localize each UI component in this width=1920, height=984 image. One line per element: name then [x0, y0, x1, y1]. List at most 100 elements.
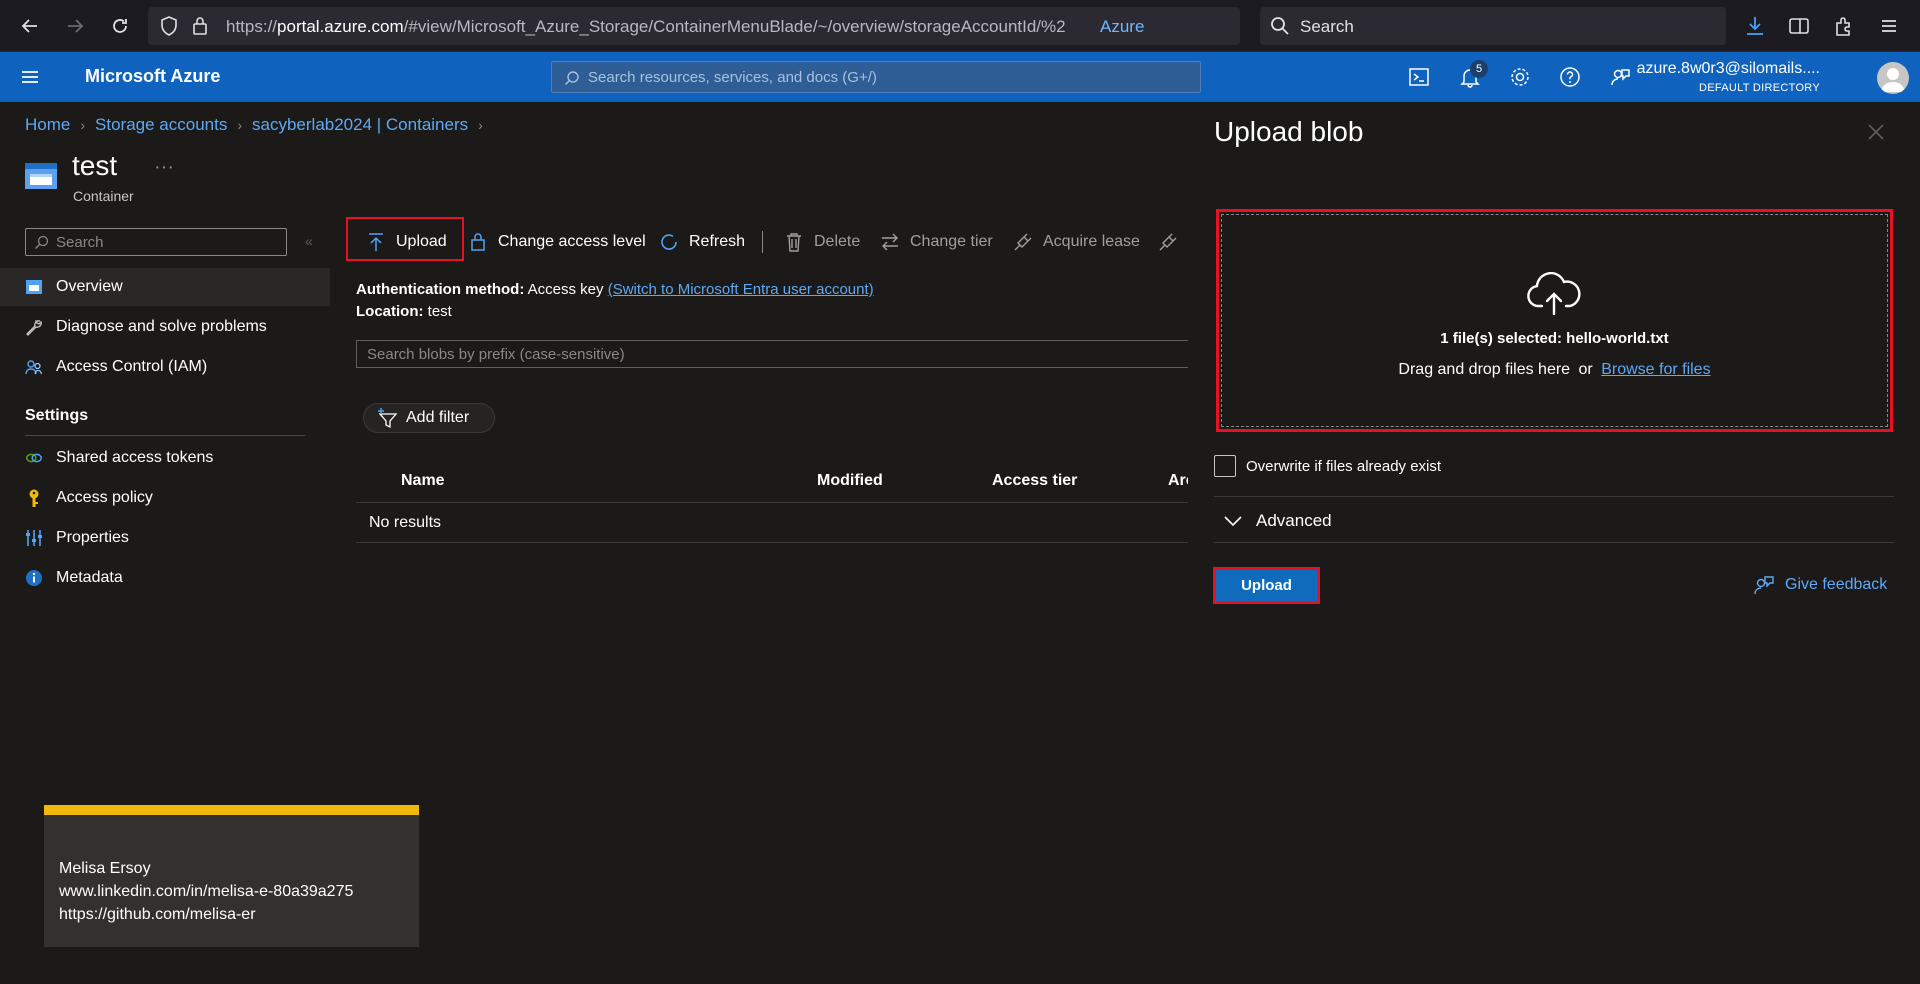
browser-search-placeholder: Search: [1300, 17, 1354, 36]
trash-icon: [784, 232, 804, 252]
account-directory[interactable]: DEFAULT DIRECTORY: [1699, 82, 1820, 94]
sidebar-item-properties[interactable]: Properties: [0, 519, 330, 557]
help-icon[interactable]: [1558, 65, 1582, 89]
panel-divider: [1214, 496, 1894, 497]
address-bar[interactable]: https://portal.azure.com/#view/Microsoft…: [148, 7, 1382, 45]
shield-icon[interactable]: [160, 16, 178, 36]
sidebar-item-label: Properties: [56, 529, 129, 546]
sidebar-item-iam[interactable]: Access Control (IAM): [0, 348, 330, 386]
refresh-button[interactable]: Refresh: [659, 228, 745, 256]
sidebar-item-label: Shared access tokens: [56, 449, 214, 466]
link-icon: [25, 449, 43, 467]
drag-drop-line: Drag and drop files here or Browse for f…: [1216, 361, 1893, 379]
refresh-icon: [659, 232, 679, 252]
advanced-label: Advanced: [1256, 511, 1332, 530]
upload-submit-button[interactable]: Upload: [1216, 570, 1317, 601]
lock-icon[interactable]: [192, 16, 208, 36]
give-feedback-label: Give feedback: [1785, 576, 1888, 593]
menu-icon[interactable]: [1877, 14, 1901, 38]
upload-toolbar-button[interactable]: Upload: [366, 228, 447, 256]
column-header-access-tier[interactable]: Access tier: [992, 472, 1077, 490]
blob-prefix-search-input[interactable]: Search blobs by prefix (case-sensitive): [356, 340, 1188, 368]
cloud-shell-icon[interactable]: [1407, 65, 1431, 89]
upload-panel-title: Upload blob: [1214, 116, 1364, 147]
add-filter-button[interactable]: Add filter: [363, 403, 495, 433]
acquire-lease-button[interactable]: Acquire lease: [1013, 228, 1140, 256]
breadcrumb-storage-accounts[interactable]: Storage accounts: [95, 115, 227, 135]
settings-gear-icon[interactable]: [1508, 65, 1532, 89]
properties-icon: [25, 529, 43, 547]
sidebar-item-diagnose[interactable]: Diagnose and solve problems: [0, 308, 330, 346]
azure-top-bar: Microsoft Azure Search resources, servic…: [0, 52, 1920, 102]
add-filter-label: Add filter: [406, 409, 470, 426]
location-label: Location:: [356, 303, 424, 320]
hamburger-menu-icon[interactable]: [18, 65, 42, 89]
back-icon[interactable]: [18, 14, 42, 38]
overwrite-checkbox-label[interactable]: Overwrite if files already exist: [1246, 458, 1441, 475]
container-label[interactable]: Azure: [1100, 17, 1144, 37]
panel-divider: [1214, 542, 1894, 543]
toolbar-divider: [762, 231, 763, 253]
switch-auth-link[interactable]: (Switch to Microsoft Entra user account): [608, 281, 874, 298]
delete-button[interactable]: Delete: [784, 228, 860, 256]
chevron-right-icon: ›: [80, 117, 86, 133]
sidebar-item-shared-access-tokens[interactable]: Shared access tokens: [0, 439, 330, 477]
breadcrumb-home[interactable]: Home: [25, 115, 70, 135]
credit-accent-bar: [44, 805, 419, 815]
sidebar-item-overview[interactable]: Overview: [0, 268, 330, 306]
files-selected-text: 1 file(s) selected: hello-world.txt: [1440, 330, 1669, 347]
upload-toolbar-label: Upload: [396, 233, 447, 250]
or-text: or: [1578, 361, 1593, 378]
credit-github: https://github.com/melisa-er: [59, 906, 256, 923]
extensions-icon[interactable]: [1832, 14, 1856, 38]
give-feedback-link[interactable]: Give feedback: [1753, 574, 1887, 596]
forward-icon[interactable]: [63, 14, 87, 38]
collapse-menu-icon[interactable]: «: [305, 233, 313, 249]
file-drop-zone[interactable]: [1216, 209, 1893, 432]
refresh-label: Refresh: [689, 233, 746, 250]
chevron-right-icon: ›: [237, 117, 243, 133]
sidebar-toggle-icon[interactable]: [1787, 14, 1811, 38]
search-icon: [564, 70, 580, 86]
overwrite-checkbox[interactable]: [1214, 455, 1236, 477]
drop-zone-dashed-border: [1221, 214, 1888, 427]
credit-linkedin: www.linkedin.com/in/melisa-e-80a39a275: [59, 883, 354, 900]
account-name[interactable]: azure.8w0r3@silomails....: [1637, 60, 1820, 78]
search-icon: [34, 235, 49, 250]
feedback-person-icon: [1753, 574, 1775, 596]
sidebar-item-metadata[interactable]: Metadata: [0, 559, 330, 597]
download-icon[interactable]: [1743, 14, 1767, 38]
brand-title[interactable]: Microsoft Azure: [85, 66, 220, 87]
breadcrumb: Home › Storage accounts › sacyberlab2024…: [25, 115, 483, 135]
menu-search-input[interactable]: Search: [25, 228, 287, 256]
table-header-divider: [356, 502, 1188, 503]
sidebar-item-access-policy[interactable]: Access policy: [0, 479, 330, 517]
lock-icon: [468, 232, 488, 252]
column-header-archive[interactable]: Arc: [1168, 472, 1188, 490]
table-row-divider: [356, 542, 1188, 543]
auth-method-label: Authentication method:: [356, 281, 525, 298]
browse-for-files-link[interactable]: Browse for files: [1601, 361, 1710, 378]
wrench-icon: [25, 318, 43, 336]
portal-search-input[interactable]: Search resources, services, and docs (G+…: [551, 61, 1201, 93]
column-header-name[interactable]: Name: [401, 472, 445, 490]
breadcrumb-containers[interactable]: sacyberlab2024 | Containers: [252, 115, 468, 135]
page-subtitle: Container: [73, 188, 134, 204]
container-icon: [24, 160, 58, 192]
break-lease-button[interactable]: [1158, 228, 1188, 256]
change-access-level-button[interactable]: Change access level: [468, 228, 646, 256]
reload-icon[interactable]: [108, 14, 132, 38]
advanced-section-toggle[interactable]: Advanced: [1224, 510, 1332, 532]
avatar[interactable]: [1877, 62, 1909, 94]
feedback-icon[interactable]: [1608, 65, 1632, 89]
column-header-modified[interactable]: Modified: [817, 472, 883, 490]
browser-search-box[interactable]: Search: [1260, 7, 1726, 45]
change-access-level-label: Change access level: [498, 233, 646, 250]
more-options-icon[interactable]: ···: [154, 156, 174, 179]
change-tier-button[interactable]: Change tier: [880, 228, 993, 256]
sidebar-item-label: Diagnose and solve problems: [56, 318, 267, 335]
empty-state-text: No results: [369, 514, 442, 531]
url-text: https://portal.azure.com/#view/Microsoft…: [226, 17, 1066, 36]
broken-plug-icon: [1158, 232, 1178, 252]
close-icon[interactable]: [1866, 122, 1886, 142]
